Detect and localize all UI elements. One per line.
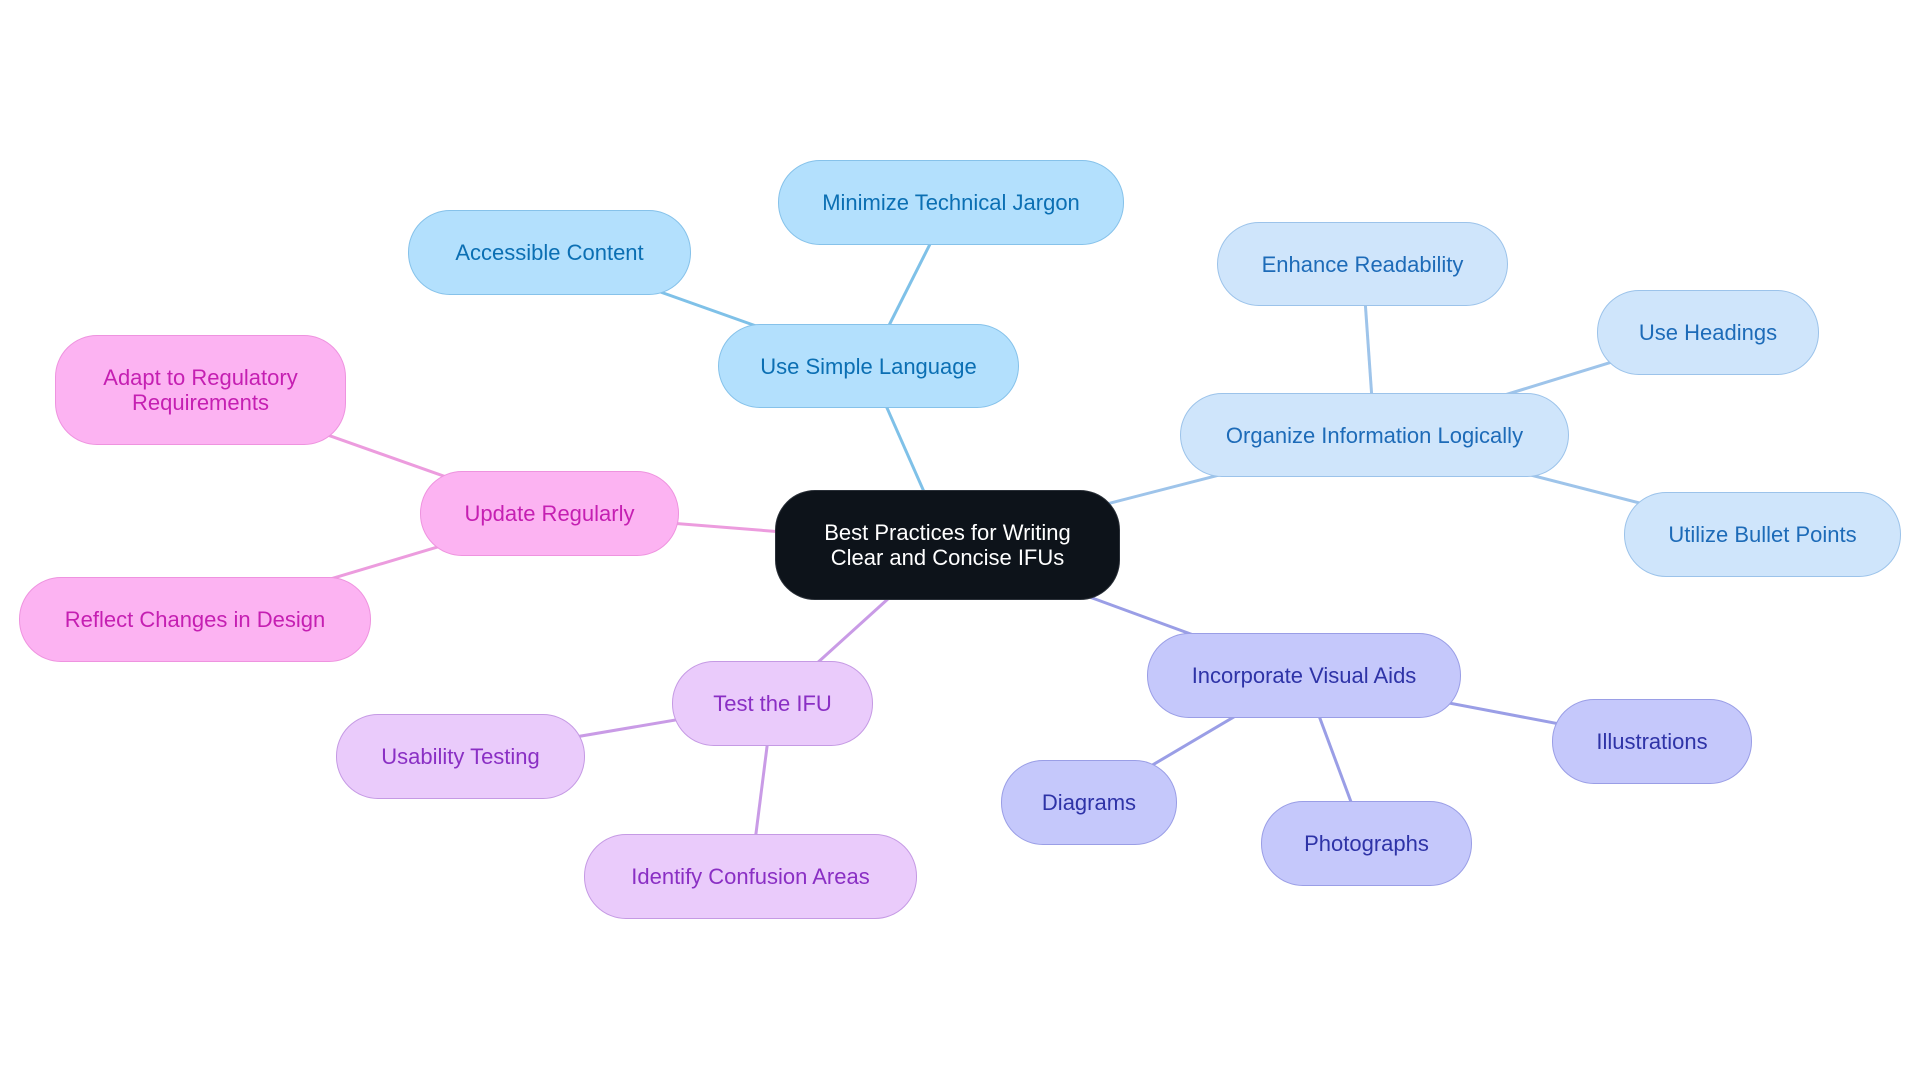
leaf-node-identify-confusion-areas[interactable]: Identify Confusion Areas [584,834,917,919]
leaf-node-illustrations[interactable]: Illustrations [1552,699,1752,784]
leaf-node-use-headings[interactable]: Use Headings [1597,290,1819,375]
leaf-node-adapt-to-regulatory-requirements[interactable]: Adapt to Regulatory Requirements [55,335,346,445]
leaf-node-utilize-bullet-points[interactable]: Utilize Bullet Points [1624,492,1901,577]
leaf-node-minimize-technical-jargon[interactable]: Minimize Technical Jargon [778,160,1124,245]
leaf-node-diagrams[interactable]: Diagrams [1001,760,1177,845]
root-node[interactable]: Best Practices for Writing Clear and Con… [775,490,1120,600]
branch-node-organize-information-logically[interactable]: Organize Information Logically [1180,393,1569,477]
branch-node-test-the-ifu[interactable]: Test the IFU [672,661,873,746]
leaf-node-usability-testing[interactable]: Usability Testing [336,714,585,799]
leaf-node-enhance-readability[interactable]: Enhance Readability [1217,222,1508,306]
leaf-node-accessible-content[interactable]: Accessible Content [408,210,691,295]
leaf-node-photographs[interactable]: Photographs [1261,801,1472,886]
branch-node-update-regularly[interactable]: Update Regularly [420,471,679,556]
branch-node-incorporate-visual-aids[interactable]: Incorporate Visual Aids [1147,633,1461,718]
leaf-node-reflect-changes-in-design[interactable]: Reflect Changes in Design [19,577,371,662]
branch-node-use-simple-language[interactable]: Use Simple Language [718,324,1019,408]
